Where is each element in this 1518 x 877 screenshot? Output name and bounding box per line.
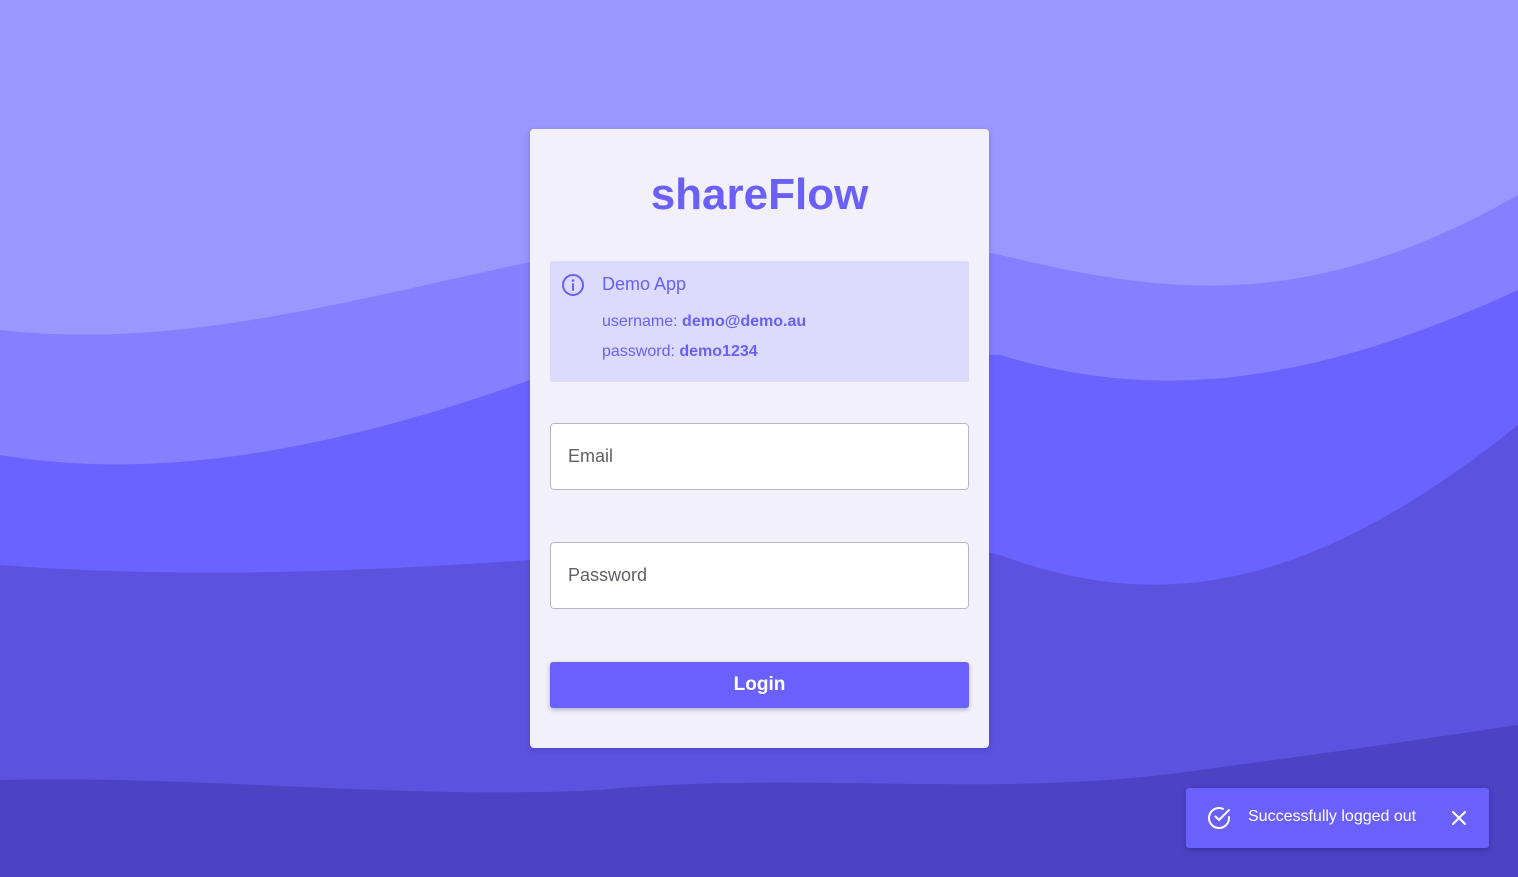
toast-message: Successfully logged out [1248,808,1417,825]
username-label: username: [602,313,678,330]
login-button[interactable]: Login [550,662,969,708]
info-title: Demo App [602,274,687,294]
info-icon [562,274,584,296]
check-circle-icon [1208,807,1230,830]
info-username-line: username: demo@demo.au [602,312,806,332]
username-value: demo@demo.au [682,313,807,330]
demo-info-box: Demo App username: demo@demo.au password… [550,261,969,382]
brand-title: shareFlow [650,170,869,219]
password-field[interactable] [550,542,969,609]
toast-notification: Successfully logged out [1186,788,1489,848]
email-field[interactable] [550,423,969,490]
password-label: password: [602,343,675,360]
login-card: shareFlow Demo App username: demo@demo.a… [530,129,989,748]
info-password-line: password: demo1234 [602,342,758,362]
password-value: demo1234 [679,343,758,360]
login-page: shareFlow Demo App username: demo@demo.a… [0,0,1518,877]
close-icon[interactable] [1448,807,1470,829]
